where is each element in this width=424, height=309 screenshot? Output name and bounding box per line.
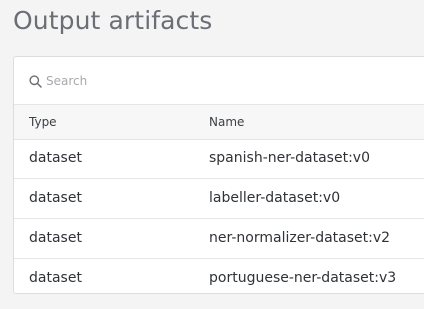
- row-type: dataset: [29, 270, 82, 286]
- table-body: dataset spanish-ner-dataset:v0 dataset l…: [14, 139, 424, 293]
- column-header-name[interactable]: Name: [209, 115, 244, 129]
- row-name-link[interactable]: spanish-ner-dataset:v0: [209, 150, 370, 166]
- row-type: dataset: [29, 150, 82, 166]
- page-title: Output artifacts: [13, 6, 213, 35]
- table-row[interactable]: dataset labeller-dataset:v0: [14, 179, 424, 219]
- row-name-link[interactable]: portuguese-ner-dataset:v3: [209, 270, 396, 286]
- search-input[interactable]: [46, 69, 406, 93]
- artifacts-panel: Type Name dataset spanish-ner-dataset:v0…: [13, 56, 424, 294]
- column-header-type[interactable]: Type: [29, 115, 57, 129]
- table-row[interactable]: dataset spanish-ner-dataset:v0: [14, 139, 424, 179]
- table-row[interactable]: dataset ner-normalizer-dataset:v2: [14, 219, 424, 259]
- row-name-link[interactable]: ner-normalizer-dataset:v2: [209, 230, 390, 246]
- row-type: dataset: [29, 230, 82, 246]
- table-row[interactable]: dataset portuguese-ner-dataset:v3: [14, 259, 424, 293]
- row-type: dataset: [29, 190, 82, 206]
- table-header: Type Name: [14, 105, 424, 140]
- search-icon: [29, 75, 42, 88]
- search-bar: [14, 57, 424, 105]
- row-name-link[interactable]: labeller-dataset:v0: [209, 190, 340, 206]
